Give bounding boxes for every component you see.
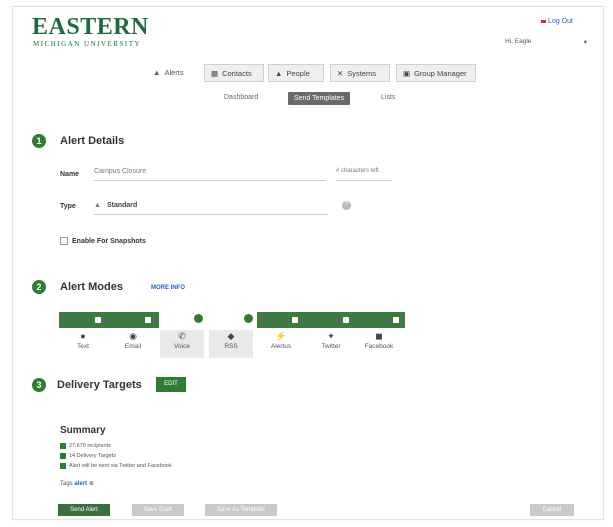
- mode-rss-dot[interactable]: [244, 314, 253, 323]
- nav-button-label: People: [286, 68, 310, 78]
- summary-check-icon: [60, 463, 66, 469]
- type-label: Type: [60, 203, 76, 210]
- nav-home[interactable]: ▲ Alerts: [153, 68, 184, 77]
- group-icon: ▣: [403, 68, 411, 78]
- tags-row: Tags alert ⊕: [60, 480, 94, 487]
- step-number-3: 3: [32, 378, 46, 392]
- lock-icon: [393, 317, 399, 323]
- user-select-label: Hi, Eagle: [505, 38, 532, 45]
- nav-button-label: Group Manager: [414, 68, 467, 78]
- nav-button-label: Contacts: [222, 68, 252, 78]
- type-select[interactable]: ▲ Standard: [94, 202, 328, 215]
- logo-subtitle: MICHIGAN UNIVERSITY: [33, 40, 142, 48]
- tag-chip[interactable]: alert: [74, 481, 87, 487]
- logout-icon: [541, 20, 546, 23]
- modes-bar-right: [257, 312, 405, 328]
- summary-row: Alert will be sent via Twitter and Faceb…: [60, 463, 172, 469]
- mode-label: Email: [124, 343, 142, 350]
- mode-text[interactable]: ● Text: [61, 330, 105, 358]
- mode-label: Facebook: [364, 343, 394, 350]
- add-tag-icon[interactable]: ⊕: [89, 481, 94, 487]
- section-title-delivery-targets: Delivery Targets: [57, 379, 142, 391]
- send-alert-button[interactable]: Send Alert: [58, 504, 110, 516]
- summary-text: 14 Delivery Targets: [69, 453, 116, 459]
- user-select[interactable]: Hi, Eagle ▾: [505, 38, 587, 46]
- summary-text: 27,670 recipients: [69, 443, 111, 449]
- summary-check-icon: [60, 453, 66, 459]
- mode-label: RSS: [224, 343, 238, 350]
- lock-icon: [292, 317, 298, 323]
- mode-email[interactable]: ◉ Email: [111, 330, 155, 358]
- type-icon: ▲: [94, 202, 101, 209]
- mode-label: Alertus: [270, 343, 292, 350]
- lock-icon: [95, 317, 101, 323]
- people-icon: ▲: [275, 68, 283, 78]
- mode-label: Text: [77, 343, 89, 350]
- mode-rss[interactable]: ◆ RSS: [209, 330, 253, 358]
- nav-button-label: Systems: [347, 68, 377, 78]
- nav-home-label: Alerts: [164, 68, 184, 77]
- snapshot-checkbox-label: Enable For Snapshots: [72, 237, 146, 245]
- chevron-down-icon: ▾: [583, 39, 587, 46]
- modes-bar-left: [59, 312, 159, 328]
- step-number-2: 2: [32, 280, 46, 294]
- summary-row: 27,670 recipients: [60, 443, 111, 449]
- lock-icon: [343, 317, 349, 323]
- save-draft-button[interactable]: Save Draft: [132, 504, 184, 516]
- home-icon: ▲: [153, 68, 161, 77]
- phone-icon: ✆: [178, 331, 186, 341]
- logout-link[interactable]: Log Out: [548, 18, 573, 25]
- mode-twitter[interactable]: ✦ Twitter: [309, 330, 353, 358]
- subnav-lists[interactable]: Lists: [381, 94, 395, 101]
- name-char-count: # characters left: [336, 168, 392, 181]
- alertus-icon: ⚡: [275, 331, 287, 341]
- section-title-alert-modes: Alert Modes: [60, 281, 123, 293]
- section-title-alert-details: Alert Details: [60, 135, 125, 147]
- logo[interactable]: EASTERN: [32, 14, 149, 41]
- snapshot-checkbox[interactable]: [60, 237, 68, 245]
- summary-text: Alert will be sent via Twitter and Faceb…: [69, 463, 172, 469]
- mode-voice[interactable]: ✆ Voice: [160, 330, 204, 358]
- name-label: Name: [60, 171, 80, 178]
- step-number-1: 1: [32, 134, 46, 148]
- email-icon: ◉: [129, 331, 137, 341]
- summary-row: 14 Delivery Targets: [60, 453, 116, 459]
- facebook-icon: ◼: [375, 331, 383, 341]
- snapshot-checkbox-row[interactable]: Enable For Snapshots: [60, 237, 146, 245]
- edit-targets-button[interactable]: EDIT: [156, 377, 186, 392]
- more-info-link[interactable]: MORE INFO: [151, 285, 185, 291]
- lock-icon: [145, 317, 151, 323]
- mode-facebook[interactable]: ◼ Facebook: [357, 330, 401, 358]
- mode-label: Voice: [174, 343, 190, 350]
- text-icon: ●: [80, 331, 86, 341]
- help-icon[interactable]: ?: [342, 201, 351, 210]
- summary-title: Summary: [60, 425, 106, 436]
- mode-alertus[interactable]: ⚡ Alertus: [259, 330, 303, 358]
- mode-voice-dot[interactable]: [194, 314, 203, 323]
- name-input[interactable]: Campus Closure: [94, 168, 326, 181]
- nav-contacts-button[interactable]: ▦ Contacts: [204, 64, 264, 82]
- rss-icon: ◆: [227, 331, 235, 341]
- subnav-send-templates[interactable]: Send Templates: [288, 92, 351, 105]
- type-select-value: Standard: [106, 202, 138, 209]
- summary-check-icon: [60, 443, 66, 449]
- save-template-button[interactable]: Save As Template: [205, 504, 277, 516]
- cancel-button[interactable]: Cancel: [530, 504, 574, 516]
- subnav-dashboard[interactable]: Dashboard: [224, 94, 258, 101]
- tags-label: Tags: [60, 481, 73, 487]
- contacts-icon: ▦: [211, 68, 219, 78]
- twitter-icon: ✦: [327, 331, 335, 341]
- nav-group-manager-button[interactable]: ▣ Group Manager: [396, 64, 476, 82]
- mode-label: Twitter: [321, 343, 341, 350]
- nav-people-button[interactable]: ▲ People: [268, 64, 324, 82]
- nav-systems-button[interactable]: ✕ Systems: [330, 64, 390, 82]
- tools-icon: ✕: [337, 68, 344, 78]
